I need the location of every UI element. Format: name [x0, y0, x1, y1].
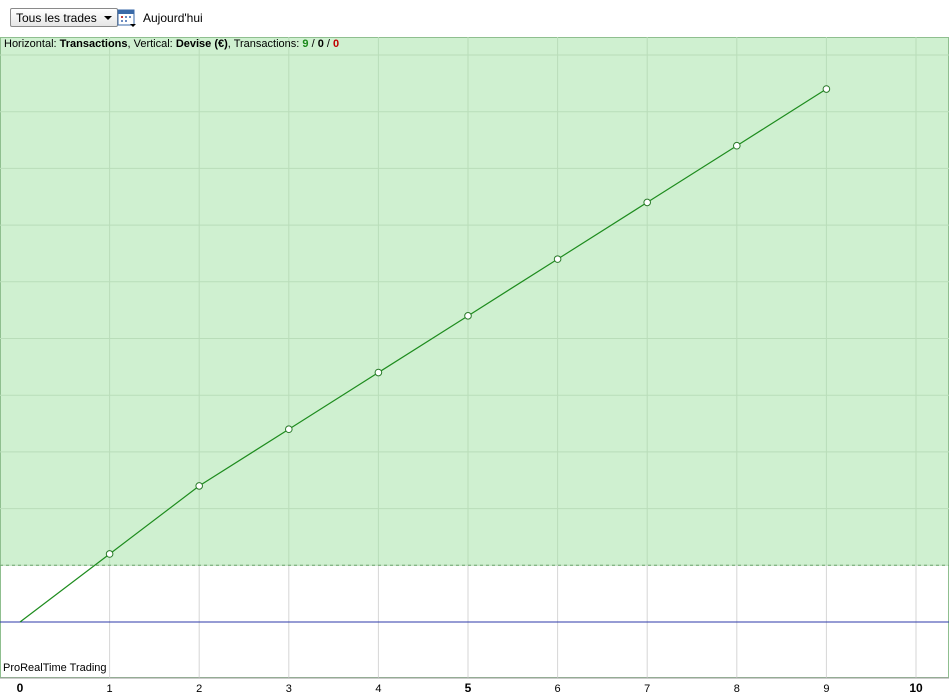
data-point-marker: [195, 482, 203, 490]
x-tick-label: 5: [465, 681, 472, 695]
separator: /: [308, 38, 318, 50]
data-point-marker: [374, 368, 383, 377]
horizontal-value: Transactions: [59, 38, 128, 50]
x-tick-label: 7: [644, 683, 650, 695]
x-tick-label: 6: [555, 683, 561, 695]
horizontal-label: Horizontal:: [4, 38, 57, 50]
transactions-label: , Transactions:: [227, 38, 300, 50]
vertical-label: , Vertical:: [127, 38, 173, 50]
separator: /: [323, 38, 333, 50]
x-tick-label: 2: [196, 683, 202, 695]
x-tick-label: 0: [17, 681, 24, 695]
x-tick-label: 4: [375, 683, 381, 695]
x-tick-label: 3: [286, 683, 292, 695]
data-point-marker: [105, 550, 114, 558]
x-tick-label: 9: [823, 683, 829, 695]
vertical-value: Devise (€): [175, 38, 228, 50]
platform-brand: ProRealTime Trading: [3, 662, 107, 674]
data-point-marker: [822, 85, 831, 93]
data-point-marker: [285, 425, 293, 434]
data-point-marker: [733, 141, 741, 150]
x-tick-label: 1: [107, 683, 113, 695]
data-point-marker: [553, 255, 562, 263]
x-tick-label: 8: [734, 683, 740, 695]
chart-header: Horizontal: Transactions, Vertical: Devi…: [4, 38, 339, 50]
losing-count: 0: [333, 38, 340, 50]
data-point-marker: [464, 312, 472, 320]
data-point-marker: [643, 198, 652, 207]
profit-zone: [0, 37, 949, 566]
x-tick-label: 10: [909, 681, 923, 695]
equity-curve-chart: 0 1 2 3 4 5 6 7 8 9 10: [0, 37, 949, 695]
